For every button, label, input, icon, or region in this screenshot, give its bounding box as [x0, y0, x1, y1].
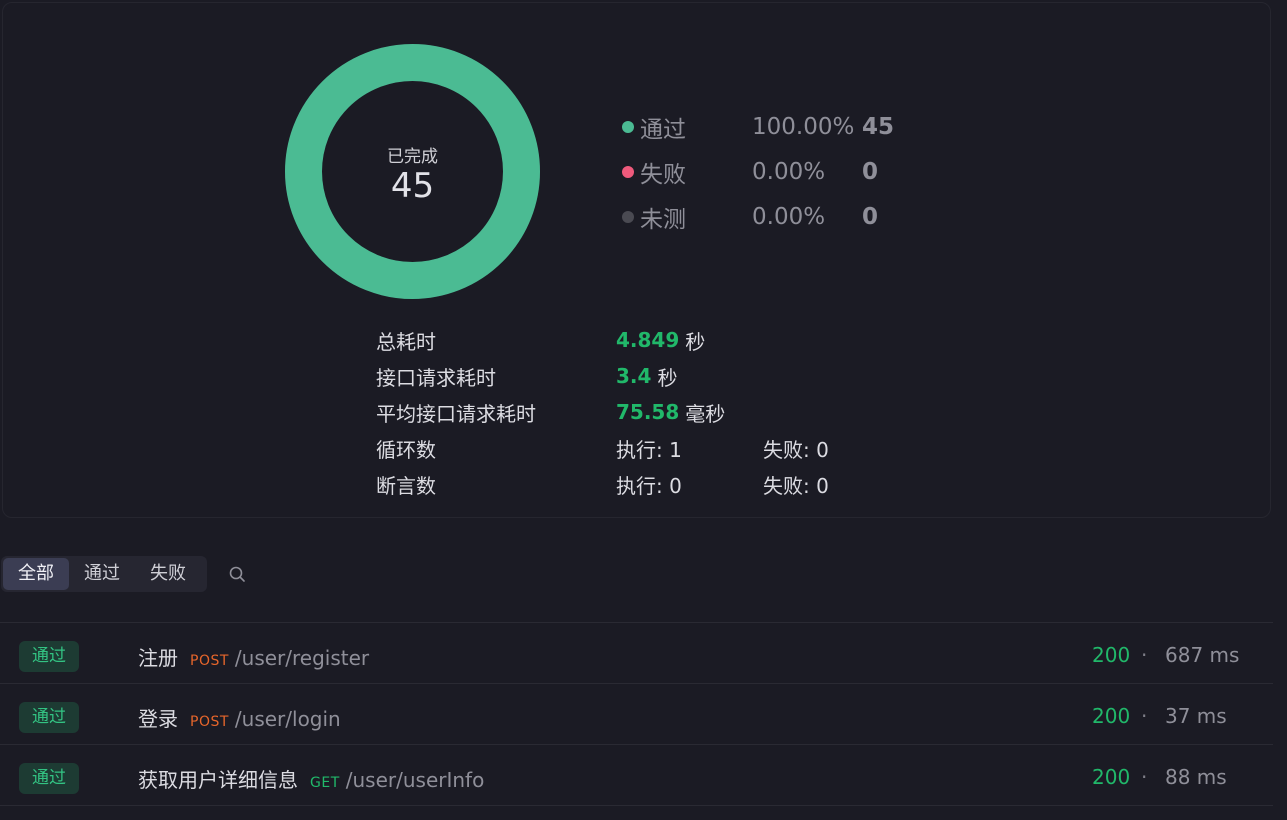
- result-row[interactable]: 通过 注册 POST /user/register 200 · 687 ms: [0, 624, 1273, 684]
- status-code: 200: [1092, 643, 1131, 667]
- stat-assertions: 断言数 执行: 0 失败: 0: [376, 469, 829, 499]
- legend-untested: 未测 0.00% 0: [622, 202, 879, 233]
- stat-label: 断言数: [376, 473, 436, 498]
- stat-exec: 执行: 0: [616, 473, 682, 498]
- legend-count: 45: [862, 114, 895, 140]
- legend-percent: 0.00%: [752, 159, 826, 185]
- untested-dot-icon: [622, 211, 634, 223]
- divider: [0, 744, 1273, 745]
- filter-tab-pass[interactable]: 通过: [69, 558, 135, 590]
- separator-dot: ·: [1141, 643, 1148, 667]
- fail-dot-icon: [622, 166, 634, 178]
- stat-request-time: 接口请求耗时 3.4 秒: [376, 361, 677, 391]
- legend-count: 0: [862, 204, 879, 230]
- request-path: /user/register: [234, 646, 370, 670]
- result-row[interactable]: 通过 获取用户详细信息 GET /user/userInfo 200 · 88 …: [0, 746, 1273, 806]
- stat-unit: 秒: [657, 365, 678, 390]
- status-code: 200: [1092, 765, 1131, 789]
- request-title: 获取用户详细信息 GET /user/userInfo: [138, 764, 484, 793]
- response-time: 37 ms: [1165, 704, 1227, 728]
- request-name: 获取用户详细信息: [138, 768, 298, 792]
- filter-tab-fail[interactable]: 失败: [135, 558, 201, 590]
- legend-name: 通过: [640, 117, 686, 143]
- request-title: 注册 POST /user/register: [138, 642, 369, 671]
- stat-total-time: 总耗时 4.849 秒: [376, 325, 705, 355]
- stat-unit: 毫秒: [685, 401, 726, 426]
- separator-dot: ·: [1141, 765, 1148, 789]
- stat-label: 总耗时: [376, 329, 436, 354]
- legend-name: 失败: [640, 162, 686, 188]
- divider: [0, 805, 1273, 806]
- stat-avg-request-time: 平均接口请求耗时 75.58 毫秒: [376, 397, 725, 427]
- stat-label: 接口请求耗时: [376, 365, 496, 390]
- request-title: 登录 POST /user/login: [138, 703, 341, 732]
- request-path: /user/login: [234, 707, 341, 731]
- method-badge: POST: [190, 714, 229, 730]
- legend-percent: 0.00%: [752, 204, 826, 230]
- donut-total: 45: [390, 166, 435, 206]
- result-row[interactable]: 通过 登录 POST /user/login 200 · 37 ms: [0, 685, 1273, 745]
- stat-value: 3.4: [616, 364, 652, 388]
- legend-count: 0: [862, 159, 879, 185]
- divider: [0, 683, 1273, 684]
- legend-fail: 失败 0.00% 0: [622, 157, 879, 188]
- separator-dot: ·: [1141, 704, 1148, 728]
- stat-fail: 失败: 0: [763, 437, 829, 462]
- status-code: 200: [1092, 704, 1131, 728]
- stat-label: 平均接口请求耗时: [376, 401, 536, 426]
- legend-name: 未测: [640, 207, 686, 233]
- request-path: /user/userInfo: [345, 768, 485, 792]
- donut-center: 已完成 45: [285, 44, 540, 299]
- request-name: 注册: [138, 646, 178, 670]
- divider: [0, 622, 1273, 623]
- search-icon[interactable]: [228, 565, 246, 583]
- method-badge: GET: [310, 775, 340, 791]
- status-badge: 通过: [19, 641, 79, 672]
- request-name: 登录: [138, 707, 178, 731]
- pass-dot-icon: [622, 121, 634, 133]
- stat-loops: 循环数 执行: 1 失败: 0: [376, 433, 829, 463]
- stat-fail: 失败: 0: [763, 473, 829, 498]
- stat-value: 4.849: [616, 328, 680, 352]
- filter-tab-all[interactable]: 全部: [3, 558, 69, 590]
- stat-exec: 执行: 1: [616, 437, 682, 462]
- donut-label: 已完成: [387, 147, 438, 167]
- stat-unit: 秒: [685, 329, 706, 354]
- status-badge: 通过: [19, 702, 79, 733]
- response-time: 687 ms: [1165, 643, 1240, 667]
- status-badge: 通过: [19, 763, 79, 794]
- legend-pass: 通过 100.00% 45: [622, 112, 895, 143]
- stat-label: 循环数: [376, 437, 436, 462]
- response-time: 88 ms: [1165, 765, 1227, 789]
- legend-percent: 100.00%: [752, 114, 855, 140]
- stat-value: 75.58: [616, 400, 680, 424]
- method-badge: POST: [190, 653, 229, 669]
- result-filter-group: 全部 通过 失败: [1, 556, 207, 592]
